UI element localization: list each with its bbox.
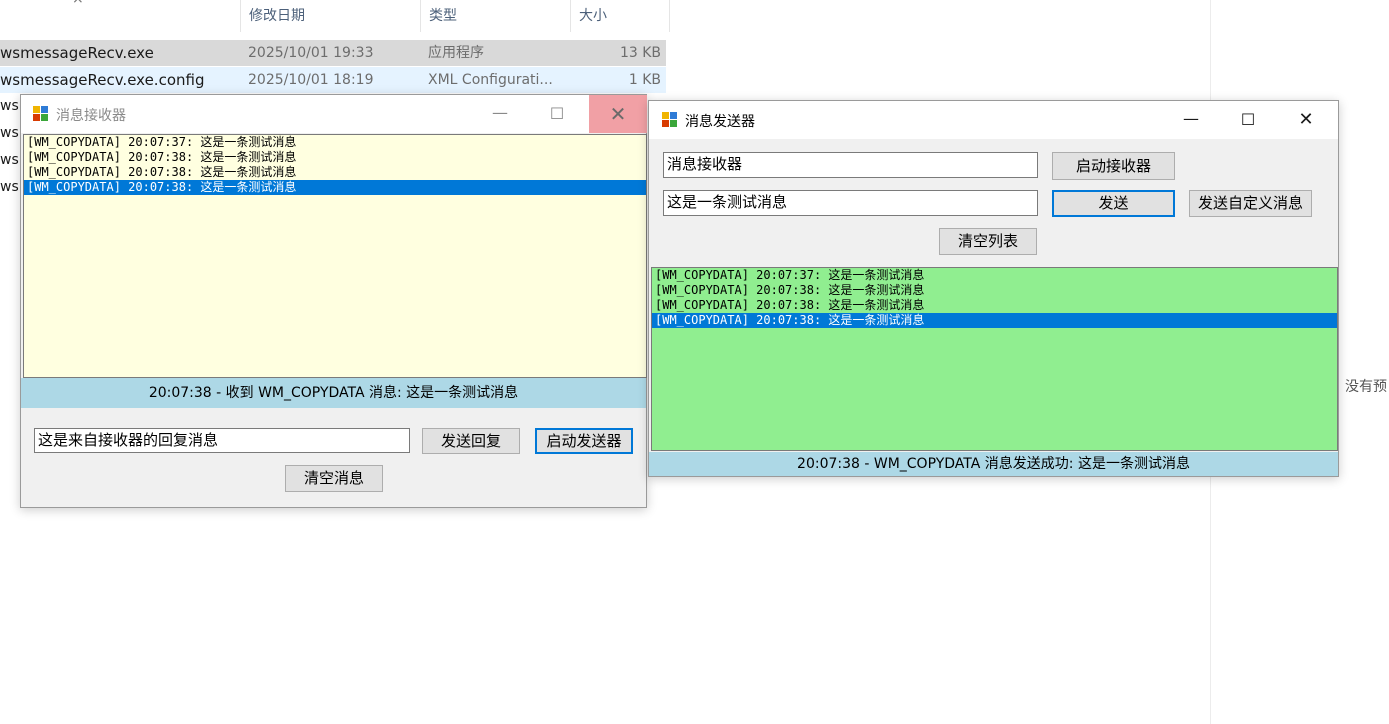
sender-title-bar[interactable]: 消息发送器 — ☐ ✕ (649, 101, 1338, 139)
app-icon (662, 112, 678, 128)
list-item-selected[interactable]: [WM_COPYDATA] 20:07:38: 这是一条测试消息 (652, 313, 1337, 328)
file-modified: 2025/10/01 18:19 (248, 72, 374, 88)
sender-status-bar: 20:07:38 - WM_COPYDATA 消息发送成功: 这是一条测试消息 (649, 452, 1338, 476)
list-item[interactable]: [WM_COPYDATA] 20:07:37: 这是一条测试消息 (24, 135, 646, 150)
clear-messages-button[interactable]: 清空消息 (285, 465, 383, 492)
column-divider[interactable] (669, 0, 670, 32)
message-input[interactable]: 这是一条测试消息 (663, 190, 1038, 216)
file-row[interactable]: wsmessageRecv.exe 2025/10/01 19:33 应用程序 … (0, 40, 666, 66)
sender-window-title: 消息发送器 (685, 114, 755, 130)
list-item[interactable]: [WM_COPYDATA] 20:07:38: 这是一条测试消息 (24, 150, 646, 165)
preview-pane-message: 没有预 (1345, 379, 1387, 395)
column-header-type[interactable]: 类型 (421, 0, 570, 32)
sender-message-list[interactable]: [WM_COPYDATA] 20:07:37: 这是一条测试消息 [WM_COP… (651, 267, 1338, 451)
list-item[interactable]: [WM_COPYDATA] 20:07:38: 这是一条测试消息 (24, 165, 646, 180)
start-receiver-button[interactable]: 启动接收器 (1052, 152, 1175, 180)
receiver-title-bar[interactable]: 消息接收器 — ☐ ✕ (21, 95, 647, 133)
maximize-icon[interactable]: ☐ (534, 95, 580, 133)
minimize-icon[interactable]: — (477, 95, 523, 133)
sender-window: 消息发送器 — ☐ ✕ 消息接收器 启动接收器 这是一条测试消息 发送 发送自定… (648, 100, 1339, 477)
column-header-modified[interactable]: 修改日期 (241, 0, 420, 32)
file-size: 13 KB (619, 45, 661, 61)
column-header-size[interactable]: 大小 (571, 0, 670, 32)
send-custom-message-button[interactable]: 发送自定义消息 (1189, 190, 1312, 217)
file-name: wsmessageRecv.exe (0, 44, 154, 62)
file-type: 应用程序 (428, 45, 484, 61)
file-name: wsmessageRecv.exe.config (0, 71, 205, 89)
receiver-message-list[interactable]: [WM_COPYDATA] 20:07:37: 这是一条测试消息 [WM_COP… (23, 134, 647, 378)
list-item[interactable]: [WM_COPYDATA] 20:07:38: 这是一条测试消息 (652, 283, 1337, 298)
reply-message-input[interactable]: 这是来自接收器的回复消息 (34, 428, 410, 453)
start-sender-button[interactable]: 启动发送器 (535, 428, 633, 454)
close-icon[interactable]: ✕ (1283, 101, 1329, 139)
app-icon (33, 106, 49, 122)
maximize-icon[interactable]: ☐ (1225, 101, 1271, 139)
send-button[interactable]: 发送 (1052, 190, 1175, 217)
clear-list-button[interactable]: 清空列表 (939, 228, 1037, 255)
receiver-window-title: 消息接收器 (56, 108, 126, 124)
list-item[interactable]: [WM_COPYDATA] 20:07:38: 这是一条测试消息 (652, 298, 1337, 313)
file-type: XML Configurati... (428, 72, 553, 88)
file-modified: 2025/10/01 19:33 (248, 45, 374, 61)
send-reply-button[interactable]: 发送回复 (422, 428, 520, 454)
target-window-input[interactable]: 消息接收器 (663, 152, 1038, 178)
minimize-icon[interactable]: — (1168, 101, 1214, 139)
list-item[interactable]: [WM_COPYDATA] 20:07:37: 这是一条测试消息 (652, 268, 1337, 283)
close-icon[interactable]: ✕ (589, 95, 647, 133)
receiver-status-bar: 20:07:38 - 收到 WM_COPYDATA 消息: 这是一条测试消息 (21, 378, 646, 408)
sort-indicator-icon: × (72, 0, 84, 7)
file-size: 1 KB (628, 72, 661, 88)
receiver-window: 消息接收器 — ☐ ✕ [WM_COPYDATA] 20:07:37: 这是一条… (20, 94, 647, 508)
list-item-selected[interactable]: [WM_COPYDATA] 20:07:38: 这是一条测试消息 (24, 180, 646, 195)
file-row[interactable]: wsmessageRecv.exe.config 2025/10/01 18:1… (0, 67, 666, 93)
